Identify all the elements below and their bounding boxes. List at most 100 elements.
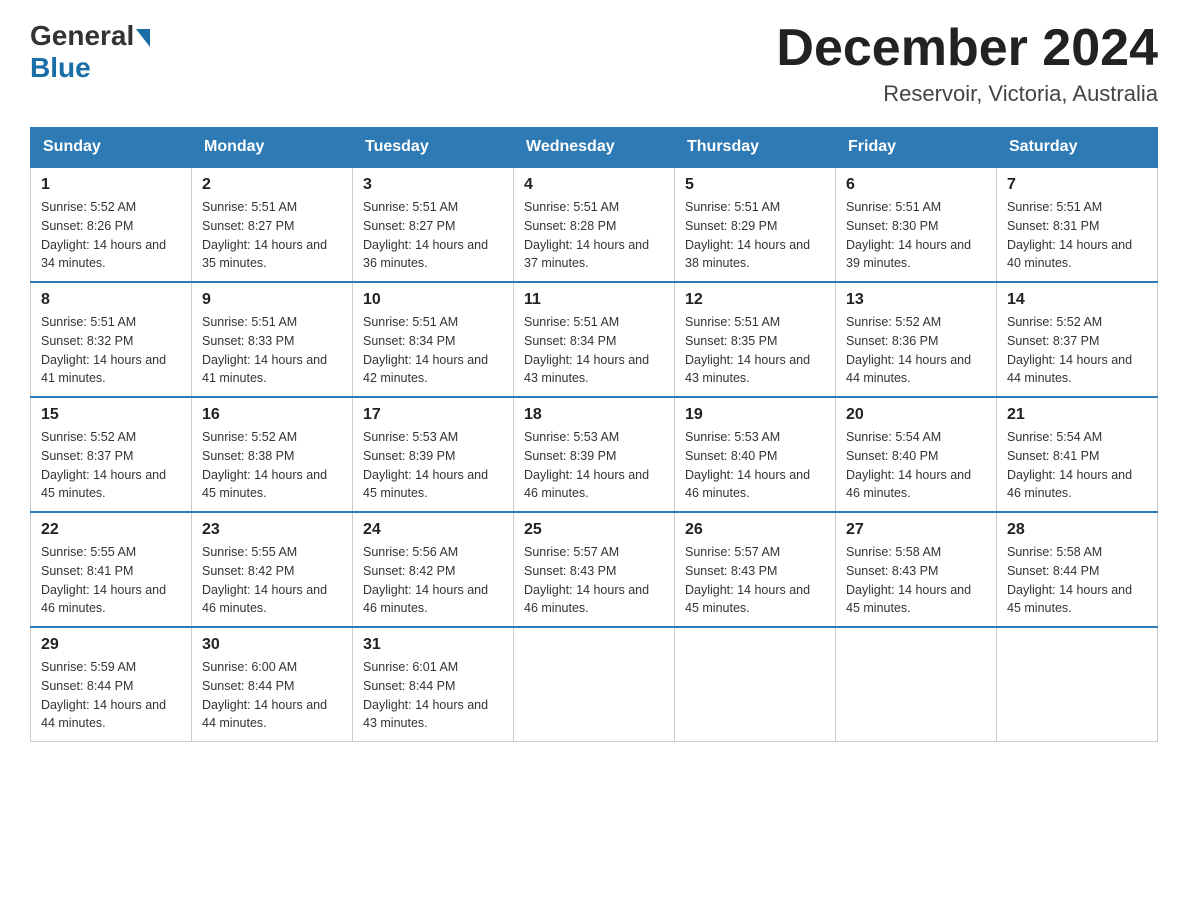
table-row: 10 Sunrise: 5:51 AM Sunset: 8:34 PM Dayl… (353, 282, 514, 397)
logo-triangle-icon (136, 29, 150, 47)
day-info: Sunrise: 5:51 AM Sunset: 8:33 PM Dayligh… (202, 313, 342, 388)
table-row: 12 Sunrise: 5:51 AM Sunset: 8:35 PM Dayl… (675, 282, 836, 397)
table-row: 22 Sunrise: 5:55 AM Sunset: 8:41 PM Dayl… (31, 512, 192, 627)
header-sunday: Sunday (31, 128, 192, 168)
day-info: Sunrise: 5:53 AM Sunset: 8:39 PM Dayligh… (524, 428, 664, 503)
table-row: 16 Sunrise: 5:52 AM Sunset: 8:38 PM Dayl… (192, 397, 353, 512)
day-info: Sunrise: 5:52 AM Sunset: 8:36 PM Dayligh… (846, 313, 986, 388)
day-info: Sunrise: 5:54 AM Sunset: 8:41 PM Dayligh… (1007, 428, 1147, 503)
day-number: 4 (524, 176, 664, 194)
table-row: 4 Sunrise: 5:51 AM Sunset: 8:28 PM Dayli… (514, 167, 675, 282)
day-number: 22 (41, 521, 181, 539)
calendar-week-row: 22 Sunrise: 5:55 AM Sunset: 8:41 PM Dayl… (31, 512, 1158, 627)
day-info: Sunrise: 5:55 AM Sunset: 8:42 PM Dayligh… (202, 543, 342, 618)
table-row: 19 Sunrise: 5:53 AM Sunset: 8:40 PM Dayl… (675, 397, 836, 512)
day-info: Sunrise: 5:51 AM Sunset: 8:34 PM Dayligh… (524, 313, 664, 388)
day-number: 27 (846, 521, 986, 539)
day-number: 9 (202, 291, 342, 309)
table-row (997, 627, 1158, 742)
day-info: Sunrise: 5:54 AM Sunset: 8:40 PM Dayligh… (846, 428, 986, 503)
day-number: 24 (363, 521, 503, 539)
day-info: Sunrise: 5:51 AM Sunset: 8:28 PM Dayligh… (524, 198, 664, 273)
logo-blue-text: Blue (30, 52, 91, 83)
page-header: General Blue December 2024 Reservoir, Vi… (30, 20, 1158, 107)
day-number: 10 (363, 291, 503, 309)
day-number: 20 (846, 406, 986, 424)
day-info: Sunrise: 5:52 AM Sunset: 8:26 PM Dayligh… (41, 198, 181, 273)
day-number: 29 (41, 636, 181, 654)
day-number: 26 (685, 521, 825, 539)
day-number: 11 (524, 291, 664, 309)
day-number: 31 (363, 636, 503, 654)
table-row: 30 Sunrise: 6:00 AM Sunset: 8:44 PM Dayl… (192, 627, 353, 742)
day-number: 28 (1007, 521, 1147, 539)
table-row: 29 Sunrise: 5:59 AM Sunset: 8:44 PM Dayl… (31, 627, 192, 742)
table-row: 7 Sunrise: 5:51 AM Sunset: 8:31 PM Dayli… (997, 167, 1158, 282)
table-row: 8 Sunrise: 5:51 AM Sunset: 8:32 PM Dayli… (31, 282, 192, 397)
calendar-week-row: 15 Sunrise: 5:52 AM Sunset: 8:37 PM Dayl… (31, 397, 1158, 512)
day-info: Sunrise: 5:51 AM Sunset: 8:30 PM Dayligh… (846, 198, 986, 273)
day-info: Sunrise: 5:55 AM Sunset: 8:41 PM Dayligh… (41, 543, 181, 618)
table-row: 18 Sunrise: 5:53 AM Sunset: 8:39 PM Dayl… (514, 397, 675, 512)
day-info: Sunrise: 5:51 AM Sunset: 8:27 PM Dayligh… (363, 198, 503, 273)
day-info: Sunrise: 5:51 AM Sunset: 8:29 PM Dayligh… (685, 198, 825, 273)
day-number: 25 (524, 521, 664, 539)
day-info: Sunrise: 5:52 AM Sunset: 8:37 PM Dayligh… (41, 428, 181, 503)
table-row: 3 Sunrise: 5:51 AM Sunset: 8:27 PM Dayli… (353, 167, 514, 282)
day-info: Sunrise: 5:59 AM Sunset: 8:44 PM Dayligh… (41, 658, 181, 733)
day-info: Sunrise: 5:56 AM Sunset: 8:42 PM Dayligh… (363, 543, 503, 618)
table-row: 17 Sunrise: 5:53 AM Sunset: 8:39 PM Dayl… (353, 397, 514, 512)
day-number: 2 (202, 176, 342, 194)
calendar-week-row: 8 Sunrise: 5:51 AM Sunset: 8:32 PM Dayli… (31, 282, 1158, 397)
table-row: 25 Sunrise: 5:57 AM Sunset: 8:43 PM Dayl… (514, 512, 675, 627)
table-row: 26 Sunrise: 5:57 AM Sunset: 8:43 PM Dayl… (675, 512, 836, 627)
day-number: 21 (1007, 406, 1147, 424)
day-number: 3 (363, 176, 503, 194)
header-monday: Monday (192, 128, 353, 168)
day-number: 13 (846, 291, 986, 309)
day-info: Sunrise: 6:00 AM Sunset: 8:44 PM Dayligh… (202, 658, 342, 733)
day-number: 7 (1007, 176, 1147, 194)
table-row: 5 Sunrise: 5:51 AM Sunset: 8:29 PM Dayli… (675, 167, 836, 282)
table-row: 20 Sunrise: 5:54 AM Sunset: 8:40 PM Dayl… (836, 397, 997, 512)
day-number: 15 (41, 406, 181, 424)
table-row: 2 Sunrise: 5:51 AM Sunset: 8:27 PM Dayli… (192, 167, 353, 282)
table-row: 23 Sunrise: 5:55 AM Sunset: 8:42 PM Dayl… (192, 512, 353, 627)
day-info: Sunrise: 5:58 AM Sunset: 8:44 PM Dayligh… (1007, 543, 1147, 618)
day-info: Sunrise: 5:52 AM Sunset: 8:38 PM Dayligh… (202, 428, 342, 503)
table-row: 13 Sunrise: 5:52 AM Sunset: 8:36 PM Dayl… (836, 282, 997, 397)
table-row: 27 Sunrise: 5:58 AM Sunset: 8:43 PM Dayl… (836, 512, 997, 627)
day-info: Sunrise: 5:53 AM Sunset: 8:40 PM Dayligh… (685, 428, 825, 503)
header-tuesday: Tuesday (353, 128, 514, 168)
table-row: 28 Sunrise: 5:58 AM Sunset: 8:44 PM Dayl… (997, 512, 1158, 627)
table-row: 11 Sunrise: 5:51 AM Sunset: 8:34 PM Dayl… (514, 282, 675, 397)
table-row (836, 627, 997, 742)
month-title: December 2024 (776, 20, 1158, 77)
calendar-table: Sunday Monday Tuesday Wednesday Thursday… (30, 127, 1158, 742)
day-info: Sunrise: 5:52 AM Sunset: 8:37 PM Dayligh… (1007, 313, 1147, 388)
day-info: Sunrise: 5:53 AM Sunset: 8:39 PM Dayligh… (363, 428, 503, 503)
logo: General Blue (30, 20, 150, 84)
day-number: 5 (685, 176, 825, 194)
day-number: 30 (202, 636, 342, 654)
calendar-week-row: 1 Sunrise: 5:52 AM Sunset: 8:26 PM Dayli… (31, 167, 1158, 282)
table-row: 9 Sunrise: 5:51 AM Sunset: 8:33 PM Dayli… (192, 282, 353, 397)
table-row: 21 Sunrise: 5:54 AM Sunset: 8:41 PM Dayl… (997, 397, 1158, 512)
logo-general-text: General (30, 20, 134, 52)
table-row: 6 Sunrise: 5:51 AM Sunset: 8:30 PM Dayli… (836, 167, 997, 282)
day-number: 12 (685, 291, 825, 309)
header-thursday: Thursday (675, 128, 836, 168)
header-friday: Friday (836, 128, 997, 168)
day-info: Sunrise: 5:51 AM Sunset: 8:35 PM Dayligh… (685, 313, 825, 388)
day-info: Sunrise: 5:51 AM Sunset: 8:34 PM Dayligh… (363, 313, 503, 388)
table-row (514, 627, 675, 742)
day-number: 8 (41, 291, 181, 309)
table-row (675, 627, 836, 742)
day-info: Sunrise: 5:51 AM Sunset: 8:27 PM Dayligh… (202, 198, 342, 273)
day-number: 14 (1007, 291, 1147, 309)
day-number: 6 (846, 176, 986, 194)
day-info: Sunrise: 5:57 AM Sunset: 8:43 PM Dayligh… (685, 543, 825, 618)
header-saturday: Saturday (997, 128, 1158, 168)
table-row: 1 Sunrise: 5:52 AM Sunset: 8:26 PM Dayli… (31, 167, 192, 282)
location-subtitle: Reservoir, Victoria, Australia (776, 81, 1158, 107)
